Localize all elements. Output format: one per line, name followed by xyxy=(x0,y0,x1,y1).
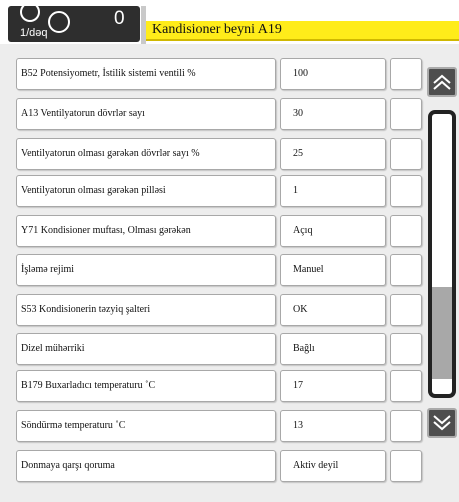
param-value[interactable]: OK xyxy=(280,294,386,326)
list-item: Ventilyatorun olması gərəkən pilləsi 1 xyxy=(16,175,426,207)
list-item: Söndürmə temperaturu ˚C 13 xyxy=(16,410,426,442)
param-extra-box[interactable] xyxy=(390,333,422,365)
page-title: Kandisioner beyni A19 xyxy=(152,22,282,37)
list-item: Dizel mühərriki Bağlı xyxy=(16,333,426,365)
param-label[interactable]: S53 Kondisionerin təzyiq şalteri xyxy=(16,294,276,326)
list-item: Donmaya qarşı qoruma Aktiv deyil xyxy=(16,450,426,482)
list-item: Y71 Kondisioner muftası, Olması gərəkən … xyxy=(16,215,426,247)
param-value[interactable]: Aktiv deyil xyxy=(280,450,386,482)
param-value[interactable]: 100 xyxy=(280,58,386,90)
list-item: Ventilyatorun olması gərəkən dövrlər say… xyxy=(16,138,426,170)
open-ring-icon xyxy=(20,2,40,22)
param-label[interactable]: Ventilyatorun olması gərəkən pilləsi xyxy=(16,175,276,207)
param-value[interactable]: 1 xyxy=(280,175,386,207)
scrollbar-thumb[interactable] xyxy=(432,287,452,379)
param-label[interactable]: Donmaya qarşı qoruma xyxy=(16,450,276,482)
param-label[interactable]: B52 Potensiyometr, İstilik sistemi venti… xyxy=(16,58,276,90)
header: 1/dəq 0 Kandisioner beyni A19 xyxy=(0,0,459,44)
circle-indicator-icon xyxy=(48,11,70,33)
scroll-up-button[interactable] xyxy=(427,67,457,97)
param-extra-box[interactable] xyxy=(390,370,422,402)
list-item: B52 Potensiyometr, İstilik sistemi venti… xyxy=(16,58,426,90)
title-bar: Kandisioner beyni A19 xyxy=(146,21,459,41)
param-extra-box[interactable] xyxy=(390,215,422,247)
param-label[interactable]: Y71 Kondisioner muftası, Olması gərəkən xyxy=(16,215,276,247)
list-item: B179 Buxarladıcı temperaturu ˚C 17 xyxy=(16,370,426,402)
param-extra-box[interactable] xyxy=(390,410,422,442)
param-label[interactable]: A13 Ventilyatorun dövrlər sayı xyxy=(16,98,276,130)
chevron-down-icon xyxy=(433,415,451,431)
param-extra-box[interactable] xyxy=(390,175,422,207)
param-extra-box[interactable] xyxy=(390,98,422,130)
param-value[interactable]: 30 xyxy=(280,98,386,130)
param-extra-box[interactable] xyxy=(390,138,422,170)
counter-value: 0 xyxy=(114,8,125,29)
param-extra-box[interactable] xyxy=(390,58,422,90)
scrollbar-track[interactable] xyxy=(428,110,456,398)
param-extra-box[interactable] xyxy=(390,294,422,326)
list-item: S53 Kondisionerin təzyiq şalteri OK xyxy=(16,294,426,326)
param-value[interactable]: Açıq xyxy=(280,215,386,247)
param-label[interactable]: Söndürmə temperaturu ˚C xyxy=(16,410,276,442)
rate-label: 1/dəq xyxy=(20,27,48,39)
param-extra-box[interactable] xyxy=(390,450,422,482)
param-value[interactable]: 17 xyxy=(280,370,386,402)
param-value[interactable]: Bağlı xyxy=(280,333,386,365)
param-label[interactable]: Ventilyatorun olması gərəkən dövrlər say… xyxy=(16,138,276,170)
param-value[interactable]: 13 xyxy=(280,410,386,442)
param-label[interactable]: İşləmə rejimi xyxy=(16,254,276,286)
param-extra-box[interactable] xyxy=(390,254,422,286)
list-item: A13 Ventilyatorun dövrlər sayı 30 xyxy=(16,98,426,130)
param-label[interactable]: Dizel mühərriki xyxy=(16,333,276,365)
status-panel: 1/dəq 0 xyxy=(8,2,140,42)
scroll-down-button[interactable] xyxy=(427,408,457,438)
param-value[interactable]: 25 xyxy=(280,138,386,170)
list-item: İşləmə rejimi Manuel xyxy=(16,254,426,286)
chevron-up-icon xyxy=(433,74,451,90)
param-value[interactable]: Manuel xyxy=(280,254,386,286)
param-label[interactable]: B179 Buxarladıcı temperaturu ˚C xyxy=(16,370,276,402)
